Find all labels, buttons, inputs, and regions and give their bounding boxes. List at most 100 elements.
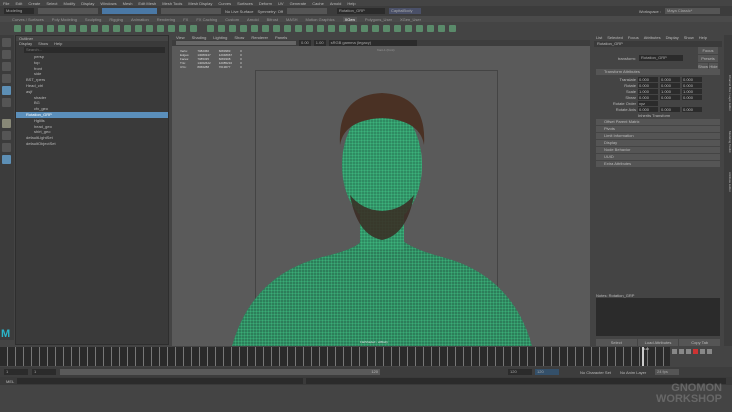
shelf-tab[interactable]: Rigging — [109, 17, 123, 22]
shelf-tab[interactable]: FX Caching — [196, 17, 217, 22]
attribute-menu-item[interactable]: Focus — [628, 35, 639, 40]
shelf-tool-icon[interactable] — [229, 24, 236, 32]
shelf-tab[interactable]: Bifrost — [267, 17, 278, 22]
attr-value-field[interactable]: 0.000 — [660, 82, 680, 88]
attr-value-field[interactable]: 0.000 — [660, 76, 680, 82]
selection-mask-icons[interactable] — [102, 8, 157, 14]
shelf-tool-icon[interactable] — [80, 24, 87, 32]
live-surface[interactable]: No Live Surface — [225, 9, 253, 14]
shelf-tab[interactable]: Motion Graphics — [306, 17, 335, 22]
offset-parent-section[interactable]: Offset Parent Matrix — [596, 119, 720, 125]
side-tab[interactable]: Channel Box / Layer Editor — [724, 75, 732, 111]
outliner-search[interactable]: Search... — [24, 47, 165, 53]
range-slider[interactable]: 120 — [60, 369, 380, 375]
layout-two-icon[interactable] — [2, 155, 11, 164]
outliner-menu-item[interactable]: Show — [38, 41, 48, 46]
collapsed-section[interactable]: Pivots — [596, 126, 720, 132]
attr-value-field[interactable]: 0.000 — [638, 76, 658, 82]
shelf-tool-icon[interactable] — [317, 24, 324, 32]
attr-value-field[interactable]: 0.000 — [638, 82, 658, 88]
shelf-tool-icon[interactable] — [157, 24, 164, 32]
shelf-tool-icon[interactable] — [14, 24, 21, 32]
menu-edit[interactable]: Edit — [15, 1, 22, 6]
menu-surfaces[interactable]: Surfaces — [237, 1, 253, 6]
notes-field[interactable] — [596, 298, 720, 336]
hide-button[interactable]: Hide — [709, 62, 718, 70]
rotate-axis-x[interactable]: 0.000 — [638, 106, 658, 112]
shelf-tab[interactable]: MASH — [286, 17, 298, 22]
workspace-select[interactable]: Maya Classic* — [665, 8, 720, 14]
shelf-tool-icon[interactable] — [240, 24, 247, 32]
menu-select[interactable]: Select — [46, 1, 57, 6]
menu-cache[interactable]: Cache — [312, 1, 324, 6]
attr-value-field[interactable]: 0.000 — [638, 94, 658, 100]
scale-tool-icon[interactable] — [2, 98, 11, 107]
record-icon[interactable] — [693, 349, 698, 354]
menu-mesh[interactable]: Mesh — [123, 1, 133, 6]
attr-value-field[interactable]: 0.000 — [660, 94, 680, 100]
play-back-icon[interactable] — [686, 349, 691, 354]
shelf-tool-icon[interactable] — [25, 24, 32, 32]
menu-help[interactable]: Help — [347, 1, 355, 6]
shelf-tool-icon[interactable] — [427, 24, 434, 32]
move-tool-icon[interactable] — [2, 74, 11, 83]
rotate-tool-icon[interactable] — [2, 86, 11, 95]
playback-start-field[interactable]: 1 — [32, 369, 56, 375]
menu-deform[interactable]: Deform — [259, 1, 272, 6]
outliner-item[interactable]: defaultObjectSet — [16, 141, 168, 147]
outliner-menu-item[interactable]: Display — [19, 41, 32, 46]
attribute-menu-item[interactable]: List — [596, 35, 602, 40]
shelf-tool-icon[interactable] — [190, 24, 197, 32]
shelf-tool-icon[interactable] — [306, 24, 313, 32]
collapsed-section[interactable]: Extra Attributes — [596, 161, 720, 167]
layout-four-icon[interactable] — [2, 143, 11, 152]
shelf-tool-icon[interactable] — [135, 24, 142, 32]
time-slider[interactable] — [0, 347, 670, 366]
end-field[interactable]: 120 — [535, 369, 559, 375]
shelf-tab[interactable]: Curves / Surfaces — [12, 17, 44, 22]
menu-mesh-tools[interactable]: Mesh Tools — [162, 1, 182, 6]
shelf-tool-icon[interactable] — [124, 24, 131, 32]
shelf-tool-icon[interactable] — [328, 24, 335, 32]
soft-select-icon[interactable] — [2, 119, 11, 128]
paint-tool-icon[interactable] — [2, 62, 11, 71]
shelf-tool-icon[interactable] — [36, 24, 43, 32]
attribute-menu-item[interactable]: Attributes — [644, 35, 661, 40]
menu-mesh-display[interactable]: Mesh Display — [188, 1, 212, 6]
attr-value-field[interactable]: 0.000 — [682, 94, 702, 100]
side-tab[interactable]: Attribute Editor — [724, 172, 732, 192]
copy-tab-button[interactable]: Copy Tab — [679, 339, 721, 346]
attr-value-field[interactable]: 0.000 — [682, 82, 702, 88]
shelf-tool-icon[interactable] — [251, 24, 258, 32]
anim-layer[interactable]: No Anim Layer — [620, 370, 646, 375]
command-input[interactable] — [17, 378, 303, 384]
collapsed-section[interactable]: Display — [596, 140, 720, 146]
shelf-tab[interactable]: Arnold — [247, 17, 259, 22]
shelf-tool-icon[interactable] — [449, 24, 456, 32]
camera-field[interactable]: CapitalBody — [388, 8, 421, 14]
shelf-tool-icon[interactable] — [372, 24, 379, 32]
shelf-tool-icon[interactable] — [207, 24, 214, 32]
shelf-tool-icon[interactable] — [102, 24, 109, 32]
transform-field[interactable]: Rotation_GRP — [639, 55, 683, 61]
shelf-tool-icon[interactable] — [383, 24, 390, 32]
shelf-tab[interactable]: FX — [183, 17, 188, 22]
shelf-tab[interactable]: XGen_User — [400, 17, 421, 22]
attribute-menu-item[interactable]: Selected — [607, 35, 623, 40]
menu-modify[interactable]: Modify — [64, 1, 76, 6]
menu-create[interactable]: Create — [28, 1, 40, 6]
menu-file[interactable]: File — [3, 1, 9, 6]
shelf-tool-icon[interactable] — [146, 24, 153, 32]
shelf-tool-icon[interactable] — [47, 24, 54, 32]
shelf-tab[interactable]: Animation — [131, 17, 149, 22]
shelf-tool-icon[interactable] — [262, 24, 269, 32]
step-back-icon[interactable] — [679, 349, 684, 354]
go-start-icon[interactable] — [672, 349, 677, 354]
layout-single-icon[interactable] — [2, 131, 11, 140]
select-tool-icon[interactable] — [2, 38, 11, 47]
attribute-menu-item[interactable]: Help — [699, 35, 707, 40]
collapsed-section[interactable]: Limit Information — [596, 133, 720, 139]
attribute-menu-item[interactable]: Display — [666, 35, 679, 40]
presets-button[interactable]: Presets — [698, 54, 718, 62]
menu-arnold[interactable]: Arnold — [330, 1, 342, 6]
